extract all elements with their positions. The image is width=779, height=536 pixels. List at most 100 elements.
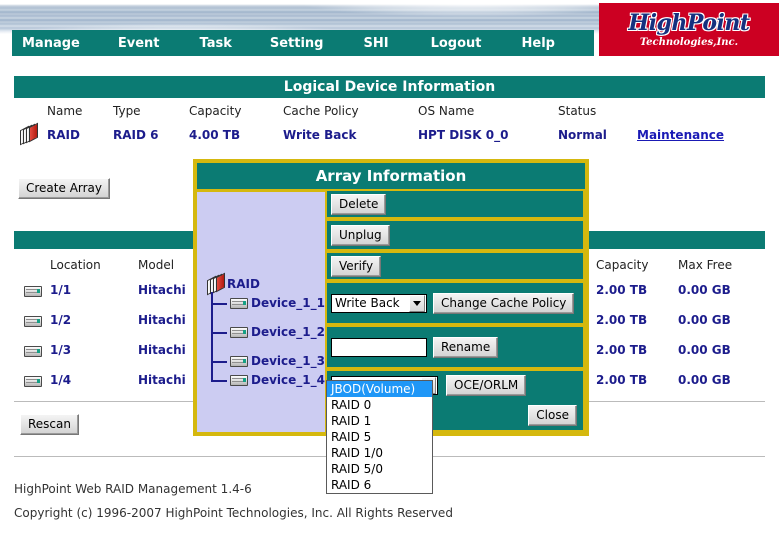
maintenance-link[interactable]: Maintenance [637, 128, 724, 142]
tree-node-label: Device_1_2 [251, 325, 325, 339]
physical-device-location: 1/3 [50, 343, 72, 357]
tree-root-raid[interactable]: RAID [204, 272, 260, 296]
physical-device-capacity: 2.00 TB [596, 283, 648, 297]
hdd-icon [230, 355, 248, 367]
physical-device-location: 1/2 [50, 313, 72, 327]
physical-device-capacity: 2.00 TB [596, 313, 648, 327]
raid-volume-icon [207, 272, 225, 296]
rescan-button[interactable]: Rescan [20, 414, 79, 435]
physical-device-model: Hitachi H [138, 373, 188, 387]
chevron-down-icon[interactable] [409, 294, 425, 312]
column-header-type: Type [113, 104, 141, 118]
cache-policy-select[interactable]: Write Back [331, 293, 427, 313]
cache-policy-row: Write Back Change Cache Policy [325, 281, 585, 325]
column-header-os-name: OS Name [418, 104, 475, 118]
delete-row: Delete [325, 189, 585, 219]
nav-item-setting[interactable]: Setting [260, 36, 334, 51]
change-cache-policy-button[interactable]: Change Cache Policy [433, 292, 575, 314]
tree-node-device-1[interactable]: Device_1_1 [227, 296, 325, 310]
physical-device-model: Hitachi H [138, 313, 188, 327]
nav-item-event[interactable]: Event [108, 36, 170, 51]
array-device-tree: RAID Device_1_1 Device_1_2 Device_1_3 De… [197, 189, 325, 432]
hdd-icon [230, 326, 248, 338]
rename-row: Rename [325, 325, 585, 369]
physical-device-max-free: 0.00 GB [678, 313, 731, 327]
verify-row: Verify [325, 251, 585, 281]
oce-orlm-button[interactable]: OCE/ORLM [446, 375, 527, 396]
tree-vertical-connector [211, 292, 213, 381]
cache-policy-value: Write Back [335, 296, 400, 310]
physical-device-model: Hitachi H [138, 283, 188, 297]
create-array-button[interactable]: Create Array [18, 178, 111, 199]
tree-node-device-2[interactable]: Device_1_2 [227, 325, 325, 339]
logo-tagline: Technologies,Inc. [639, 36, 739, 48]
tree-node-device-4[interactable]: Device_1_4 [227, 373, 325, 387]
raid-volume-icon [20, 122, 38, 146]
nav-item-help[interactable]: Help [512, 36, 565, 51]
delete-button[interactable]: Delete [331, 193, 387, 215]
column-header-cache-policy: Cache Policy [283, 104, 359, 118]
hdd-icon [230, 297, 248, 309]
nav-item-manage[interactable]: Manage [12, 36, 90, 51]
logical-device-os-name: HPT DISK 0_0 [418, 128, 509, 142]
physical-device-capacity: 2.00 TB [596, 343, 648, 357]
logical-device-name: RAID [47, 128, 80, 142]
column-header-location: Location [50, 258, 101, 272]
nav-item-shi[interactable]: SHI [353, 36, 398, 51]
logical-device-capacity: 4.00 TB [189, 128, 241, 142]
tree-node-label: Device_1_3 [251, 354, 325, 368]
tree-branch-connector [211, 303, 227, 305]
verify-button[interactable]: Verify [331, 255, 382, 277]
tree-root-label: RAID [227, 277, 260, 291]
logical-device-header-row: Name Type Capacity Cache Policy OS Name … [0, 104, 779, 122]
close-button[interactable]: Close [528, 405, 577, 426]
physical-device-max-free: 0.00 GB [678, 283, 731, 297]
column-header-name: Name [47, 104, 83, 118]
hdd-icon [24, 344, 42, 358]
logical-device-row: RAID RAID 6 4.00 TB Write Back HPT DISK … [0, 122, 779, 150]
logical-device-section-title: Logical Device Information [14, 76, 765, 98]
tree-node-device-3[interactable]: Device_1_3 [227, 354, 325, 368]
tree-branch-connector [211, 361, 227, 363]
physical-device-location: 1/4 [50, 373, 72, 387]
logical-device-status: Normal [558, 128, 607, 142]
physical-device-model: Hitachi H [138, 343, 188, 357]
logo-wordmark: HighPoint [628, 9, 750, 36]
dropdown-option-raid-0[interactable]: RAID 0 [327, 397, 432, 413]
tree-node-label: Device_1_1 [251, 296, 325, 310]
nav-item-task[interactable]: Task [190, 36, 242, 51]
physical-device-max-free: 0.00 GB [678, 343, 731, 357]
footer-copyright: Copyright (c) 1996-2007 HighPoint Techno… [14, 506, 453, 520]
physical-device-max-free: 0.00 GB [678, 373, 731, 387]
column-header-pd-capacity: Capacity [596, 258, 649, 272]
column-header-model: Model [138, 258, 175, 272]
column-header-status: Status [558, 104, 597, 118]
column-header-capacity: Capacity [189, 104, 242, 118]
dropdown-option-raid-5-0[interactable]: RAID 5/0 [327, 461, 432, 477]
dialog-title: Array Information [197, 163, 585, 189]
dropdown-option-raid-1[interactable]: RAID 1 [327, 413, 432, 429]
footer-version: HighPoint Web RAID Management 1.4-6 [14, 482, 252, 496]
tree-branch-connector [211, 380, 227, 382]
unplug-button[interactable]: Unplug [331, 224, 390, 246]
tree-branch-connector [211, 332, 227, 334]
tree-node-label: Device_1_4 [251, 373, 325, 387]
rename-input[interactable] [331, 337, 427, 357]
physical-device-location: 1/1 [50, 283, 72, 297]
hdd-icon [24, 314, 42, 328]
dropdown-option-jbod[interactable]: JBOD(Volume) [327, 381, 432, 397]
main-navigation: Manage Event Task Setting SHI Logout Hel… [12, 30, 594, 56]
hdd-icon [24, 284, 42, 298]
raid-level-dropdown-list[interactable]: JBOD(Volume) RAID 0 RAID 1 RAID 5 RAID 1… [326, 380, 433, 494]
dropdown-option-raid-1-0[interactable]: RAID 1/0 [327, 445, 432, 461]
hdd-icon [24, 374, 42, 388]
rename-button[interactable]: Rename [433, 336, 499, 358]
dropdown-option-raid-6[interactable]: RAID 6 [327, 477, 432, 493]
physical-device-capacity: 2.00 TB [596, 373, 648, 387]
dropdown-option-raid-5[interactable]: RAID 5 [327, 429, 432, 445]
highpoint-logo: HighPoint Technologies,Inc. [599, 3, 779, 56]
logical-device-type: RAID 6 [113, 128, 159, 142]
nav-item-logout[interactable]: Logout [421, 36, 492, 51]
logical-device-cache-policy: Write Back [283, 128, 357, 142]
column-header-max-free: Max Free [678, 258, 733, 272]
